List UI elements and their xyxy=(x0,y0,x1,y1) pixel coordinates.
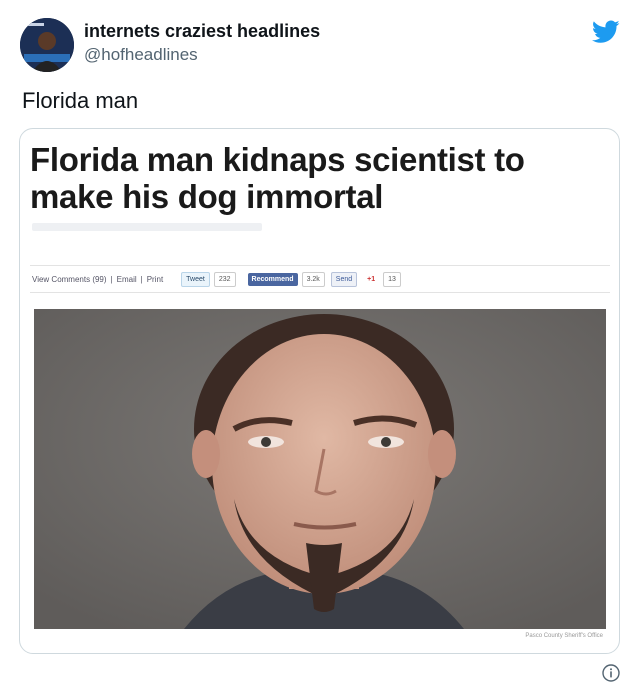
send-label: Send xyxy=(335,275,353,283)
recommend-button[interactable]: Recommend xyxy=(247,272,298,286)
gplus-count: 13 xyxy=(383,271,401,287)
photo-credit: Pasco County Sheriff's Office xyxy=(525,633,603,639)
separator: | xyxy=(140,274,143,284)
handle[interactable]: @hofheadlines xyxy=(84,45,198,65)
print-link[interactable]: Print xyxy=(147,275,163,284)
article-headline: Florida man kidnaps scientist to make hi… xyxy=(30,141,525,215)
recommend-count: 3.2k xyxy=(301,271,325,287)
tweet-share-button[interactable]: Tweet xyxy=(181,271,210,287)
share-bar: View Comments (99) | Email | Print Tweet… xyxy=(30,265,610,293)
faded-subtitle xyxy=(32,223,262,231)
info-icon[interactable] xyxy=(602,664,620,682)
display-name[interactable]: internets craziest headlines xyxy=(84,21,320,42)
tweet-share-label: Tweet xyxy=(186,275,205,283)
send-button[interactable]: Send xyxy=(330,271,358,287)
gplus-button[interactable]: +1 xyxy=(363,273,379,286)
twitter-bird-icon[interactable] xyxy=(591,20,620,44)
separator: | xyxy=(110,274,113,284)
image-card[interactable]: Florida man kidnaps scientist to make hi… xyxy=(19,128,620,654)
gplus-label: +1 xyxy=(367,275,376,283)
recommend-label: Recommend xyxy=(251,275,294,283)
tweet-count: 232 xyxy=(213,271,236,287)
mugshot-photo xyxy=(34,309,606,629)
tweet-text: Florida man xyxy=(22,88,139,113)
avatar[interactable] xyxy=(20,18,74,72)
view-comments-link[interactable]: View Comments (99) xyxy=(32,275,107,284)
email-link[interactable]: Email xyxy=(117,275,137,284)
tweet-card: internets craziest headlines @hofheadlin… xyxy=(0,0,640,694)
